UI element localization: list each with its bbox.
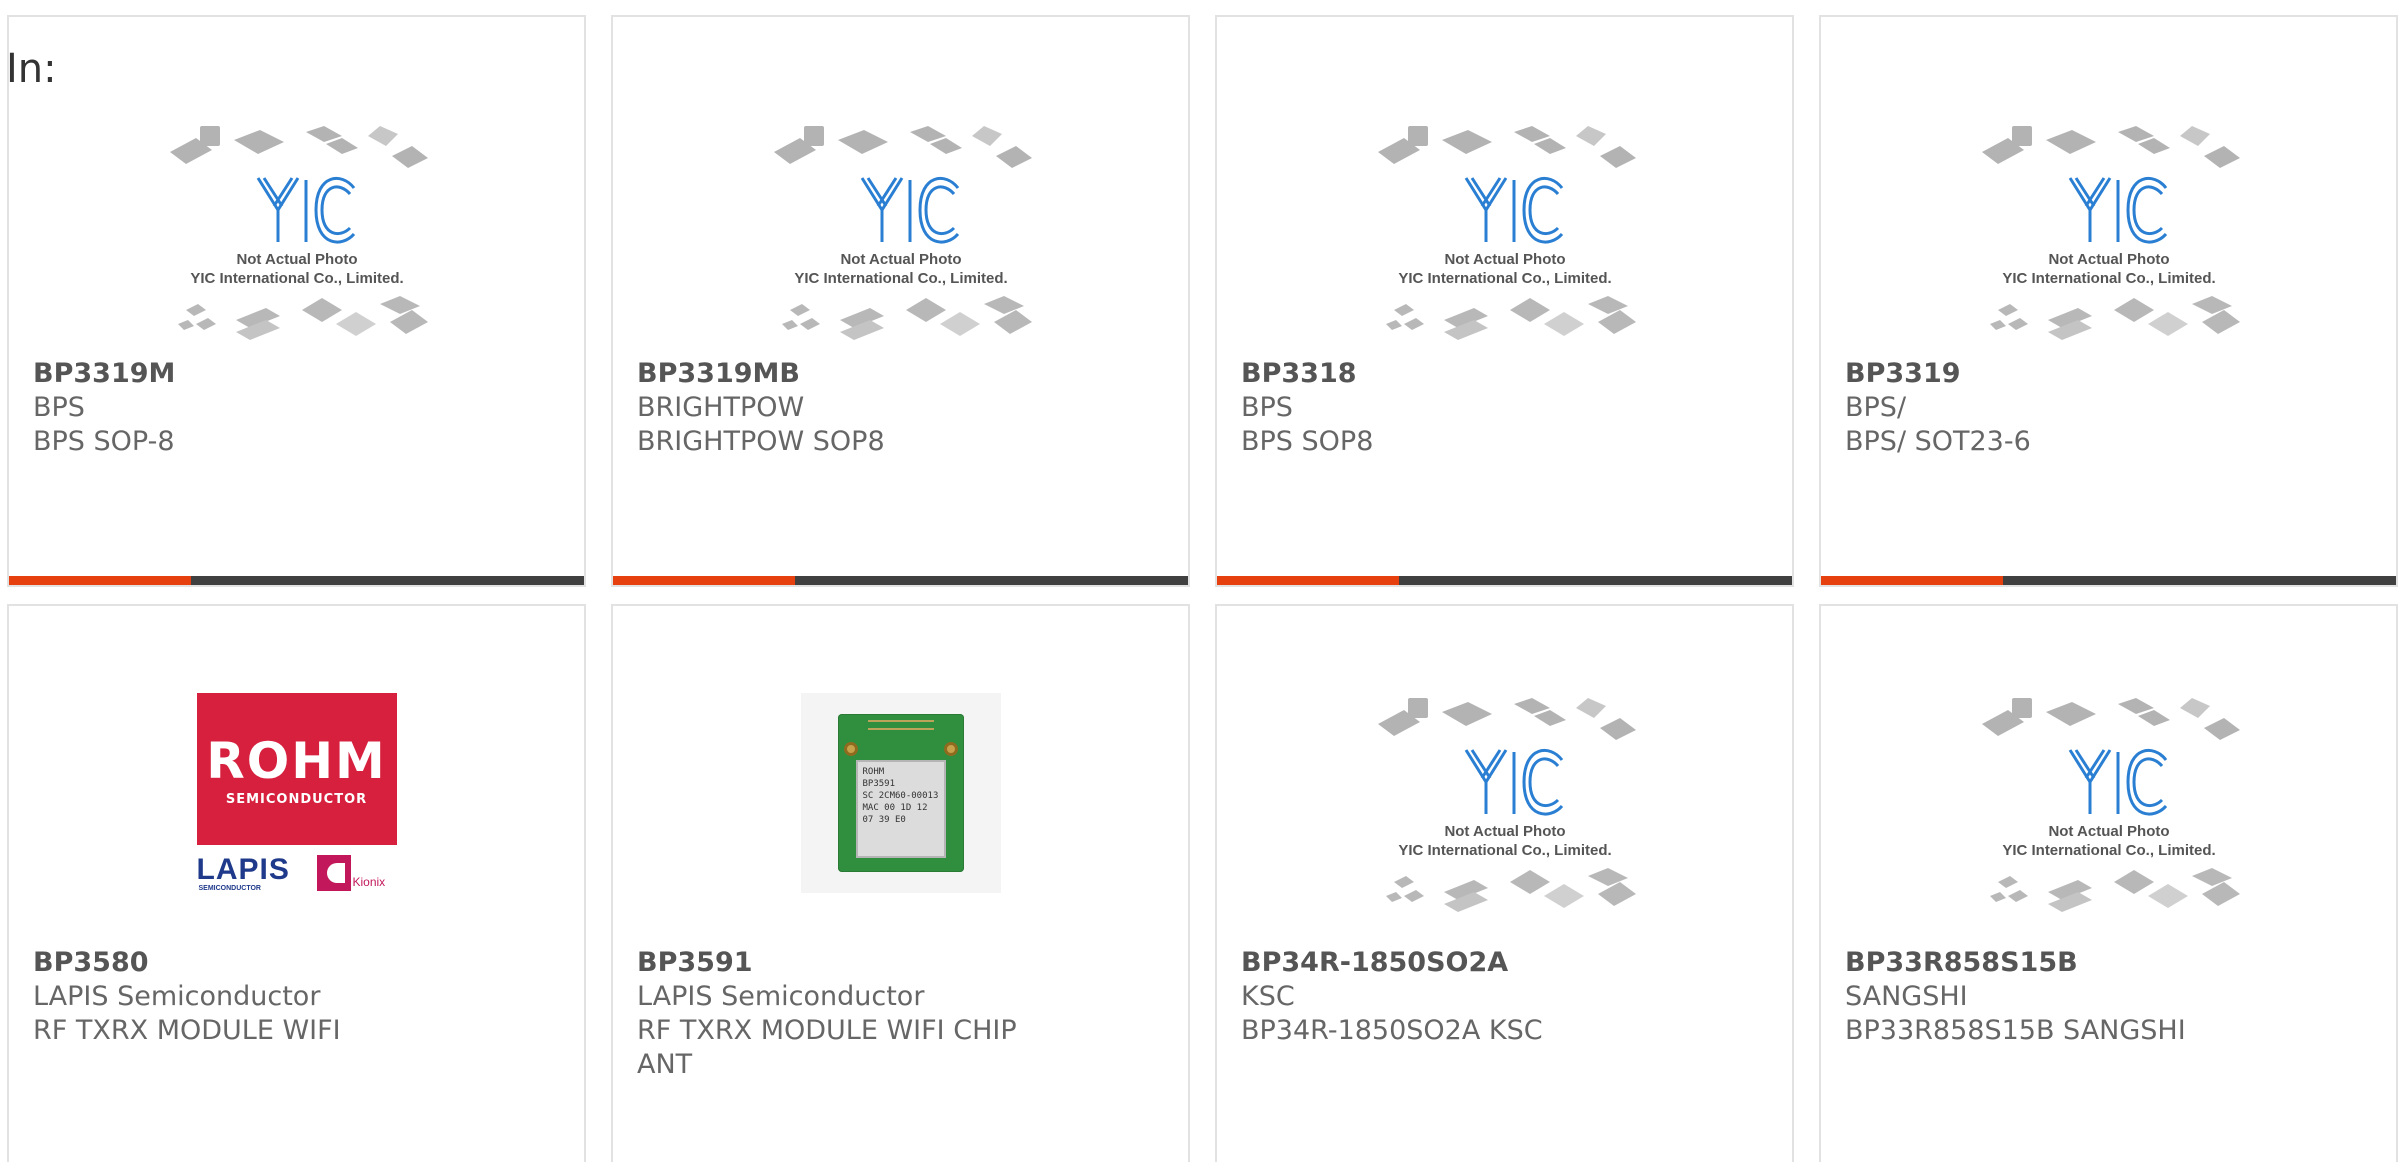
part-number[interactable]: BP34R-1850SO2A xyxy=(1241,946,1768,980)
description-continued: ANT xyxy=(637,1049,693,1080)
card-bar xyxy=(1821,576,2396,585)
manufacturer: BPS/ xyxy=(1845,392,1907,423)
product-card[interactable]: Not Actual Photo YIC International Co., … xyxy=(1215,604,1794,1162)
description: BPS SOP-8 xyxy=(33,426,175,457)
product-caption: BP3319 BPS/ BPS/ SOT23-6 xyxy=(1845,357,2372,459)
placeholder-line1: Not Actual Photo xyxy=(2048,251,2169,268)
product-card[interactable]: ROHM BP3591 SC 2CM60-00013 MAC 00 1D 12 … xyxy=(611,604,1190,1162)
part-number[interactable]: BP3319 xyxy=(1845,357,2372,391)
part-number[interactable]: BP3580 xyxy=(33,946,560,980)
placeholder-line2: YIC International Co., Limited. xyxy=(794,270,1007,287)
placeholder-line2: YIC International Co., Limited. xyxy=(2002,842,2215,859)
description: RF TXRX MODULE WIFI xyxy=(33,1015,341,1046)
placeholder-line1: Not Actual Photo xyxy=(236,251,357,268)
product-card[interactable]: Not Actual Photo YIC International Co., … xyxy=(1215,15,1794,587)
product-card[interactable]: Not Actual Photo YIC International Co., … xyxy=(7,15,586,587)
part-number[interactable]: BP3318 xyxy=(1241,357,1768,391)
product-caption: BP3319M BPS BPS SOP-8 xyxy=(33,357,560,459)
part-number[interactable]: BP33R858S15B xyxy=(1845,946,2372,980)
description: BPS/ SOT23-6 xyxy=(1845,426,2031,457)
manufacturer: LAPIS Semiconductor xyxy=(33,981,321,1012)
filter-label: In: xyxy=(6,46,57,92)
product-caption: BP3591 LAPIS Semiconductor RF TXRX MODUL… xyxy=(637,946,1164,1082)
card-bar xyxy=(9,576,584,585)
placeholder-photo: Not Actual Photo YIC International Co., … xyxy=(1978,674,2240,912)
rohm-wordmark: ROHM xyxy=(206,731,387,790)
product-grid: Not Actual Photo YIC International Co., … xyxy=(7,15,2398,1162)
chip-mac: MAC 00 1D 12 07 39 E0 xyxy=(862,803,928,825)
manufacturer: SANGSHI xyxy=(1845,981,1968,1012)
product-card[interactable]: Not Actual Photo YIC International Co., … xyxy=(611,15,1190,587)
product-card[interactable]: Not Actual Photo YIC International Co., … xyxy=(1819,604,2398,1162)
part-number[interactable]: BP3591 xyxy=(637,946,1164,980)
product-caption: BP3580 LAPIS Semiconductor RF TXRX MODUL… xyxy=(33,946,560,1048)
placeholder-line1: Not Actual Photo xyxy=(2048,823,2169,840)
part-number[interactable]: BP3319MB xyxy=(637,357,1164,391)
module-chip: ROHM BP3591 SC 2CM60-00013 MAC 00 1D 12 … xyxy=(855,760,946,858)
card-bar xyxy=(1217,576,1792,585)
product-caption: BP3319MB BRIGHTPOW BRIGHTPOW SOP8 xyxy=(637,357,1164,459)
placeholder-line1: Not Actual Photo xyxy=(1444,823,1565,840)
description: BRIGHTPOW SOP8 xyxy=(637,426,885,457)
product-caption: BP3318 BPS BPS SOP8 xyxy=(1241,357,1768,459)
placeholder-photo: Not Actual Photo YIC International Co., … xyxy=(1374,674,1636,912)
placeholder-photo: Not Actual Photo YIC International Co., … xyxy=(166,102,428,340)
product-card[interactable]: ROHM SEMICONDUCTOR LAPIS SEMICONDUCTOR K… xyxy=(7,604,586,1162)
rohm-lapis-logo: ROHM SEMICONDUCTOR LAPIS SEMICONDUCTOR K… xyxy=(166,674,428,912)
description: RF TXRX MODULE WIFI CHIP xyxy=(637,1015,1017,1046)
card-bar xyxy=(613,576,1188,585)
description: BP33R858S15B SANGSHI xyxy=(1845,1015,2186,1046)
rohm-tagline: SEMICONDUCTOR xyxy=(225,791,368,807)
placeholder-line2: YIC International Co., Limited. xyxy=(1398,270,1611,287)
product-card[interactable]: Not Actual Photo YIC International Co., … xyxy=(1819,15,2398,587)
manufacturer: BPS xyxy=(33,392,85,423)
kionix-wordmark: Kionix xyxy=(352,875,386,889)
kionix-logo: Kionix xyxy=(315,855,395,891)
placeholder-line2: YIC International Co., Limited. xyxy=(2002,270,2215,287)
chip-part: BP3591 xyxy=(862,779,896,789)
description: BP34R-1850SO2A KSC xyxy=(1241,1015,1543,1046)
manufacturer: BRIGHTPOW xyxy=(637,392,805,423)
placeholder-line2: YIC International Co., Limited. xyxy=(190,270,403,287)
lapis-tagline: SEMICONDUCTOR xyxy=(198,885,261,892)
description: BPS SOP8 xyxy=(1241,426,1374,457)
chip-brand: ROHM xyxy=(862,767,885,777)
product-caption: BP33R858S15B SANGSHI BP33R858S15B SANGSH… xyxy=(1845,946,2372,1048)
manufacturer: BPS xyxy=(1241,392,1293,423)
manufacturer: KSC xyxy=(1241,981,1295,1012)
placeholder-line1: Not Actual Photo xyxy=(1444,251,1565,268)
chip-code: SC 2CM60-00013 xyxy=(862,791,939,801)
placeholder-photo: Not Actual Photo YIC International Co., … xyxy=(1978,102,2240,340)
manufacturer: LAPIS Semiconductor xyxy=(637,981,925,1012)
placeholder-line1: Not Actual Photo xyxy=(840,251,961,268)
part-number[interactable]: BP3319M xyxy=(33,357,560,391)
placeholder-line2: YIC International Co., Limited. xyxy=(1398,842,1611,859)
lapis-wordmark: LAPIS xyxy=(196,853,290,886)
placeholder-photo: Not Actual Photo YIC International Co., … xyxy=(1374,102,1636,340)
module-photo: ROHM BP3591 SC 2CM60-00013 MAC 00 1D 12 … xyxy=(770,674,1032,912)
placeholder-photo: Not Actual Photo YIC International Co., … xyxy=(770,102,1032,340)
product-caption: BP34R-1850SO2A KSC BP34R-1850SO2A KSC xyxy=(1241,946,1768,1048)
